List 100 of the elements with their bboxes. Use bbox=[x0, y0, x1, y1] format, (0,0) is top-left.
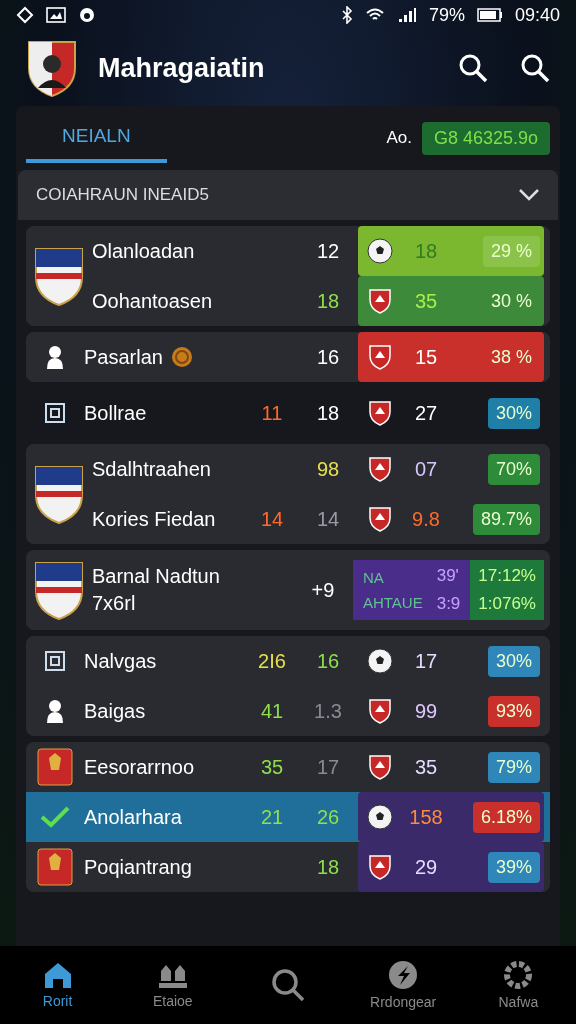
gear-icon bbox=[503, 960, 534, 990]
stat-value: 3:9 bbox=[436, 594, 461, 614]
stat-value: 35 bbox=[414, 289, 438, 312]
nav-item[interactable]: Nafwa bbox=[468, 959, 569, 1011]
nav-item[interactable]: Rorit bbox=[7, 960, 108, 1010]
chevron-icon bbox=[518, 188, 540, 202]
team-name: Baigas bbox=[84, 699, 146, 723]
stat-value: 16 bbox=[316, 345, 340, 368]
team-name: Nalvgas bbox=[84, 649, 157, 673]
table-row[interactable]: Bollrae 11 18 27 30% bbox=[26, 388, 550, 438]
image-icon bbox=[46, 7, 66, 23]
coin-icon bbox=[170, 346, 193, 368]
shield-icon bbox=[368, 344, 392, 370]
team-name: Anolarhara bbox=[84, 805, 182, 829]
home-icon bbox=[42, 961, 73, 989]
team-name: Olanloadan bbox=[92, 239, 195, 263]
club-crest-icon bbox=[33, 463, 85, 525]
summary-value: G8 46325.9o bbox=[421, 121, 550, 155]
ball-icon bbox=[367, 238, 393, 264]
stat-value: 17 bbox=[414, 649, 438, 672]
square-icon bbox=[44, 402, 66, 424]
club-crest-icon bbox=[37, 848, 73, 886]
app-icon bbox=[78, 6, 96, 24]
app-title: Mahragaiatin bbox=[98, 52, 266, 84]
table-row[interactable]: Anolarhara 21 26 158 6.18% bbox=[26, 792, 550, 842]
team-name: Bollrae bbox=[84, 401, 147, 425]
stat-value: 1.3 bbox=[314, 699, 342, 722]
stat-value: 18 bbox=[316, 855, 340, 878]
stat-value: 18 bbox=[316, 289, 340, 312]
nav-item[interactable]: Rrdongear bbox=[353, 959, 454, 1011]
stat-value: 99 bbox=[414, 699, 438, 722]
clock-time: 09:40 bbox=[514, 4, 560, 26]
stat-value: 98 bbox=[316, 457, 340, 480]
notification-icon bbox=[16, 6, 34, 24]
stat-value: 2I6 bbox=[258, 649, 286, 672]
team-name: Kories Fiedan bbox=[92, 507, 216, 531]
shield-icon bbox=[368, 754, 392, 780]
club-crest-icon bbox=[37, 748, 73, 786]
ball-icon bbox=[367, 804, 393, 830]
battery-percent: 79% bbox=[428, 4, 465, 26]
stat-value: +9 bbox=[311, 578, 335, 601]
bluetooth-icon bbox=[340, 6, 353, 24]
table-row[interactable]: Nalvgas 2I6 16 17 30% bbox=[26, 636, 550, 686]
team-name: Barnal Nadtun bbox=[92, 565, 221, 588]
team-subtitle: 7x6rl bbox=[92, 592, 137, 615]
percent-badge: 39% bbox=[487, 851, 540, 883]
percent-value: 1:076% bbox=[478, 594, 536, 614]
search-icon bbox=[270, 968, 305, 1002]
table-row[interactable]: Sdalhtraahen 98 07 70% bbox=[92, 444, 550, 494]
club-crest-icon bbox=[33, 559, 85, 621]
team-name: Oohantoasen bbox=[92, 289, 213, 313]
tab[interactable]: NEIALN bbox=[26, 113, 167, 163]
table-row[interactable]: Pasarlan 16 15 38 % bbox=[26, 332, 550, 382]
percent-badge: 93% bbox=[487, 695, 540, 727]
shield-icon bbox=[368, 506, 392, 532]
shield-icon bbox=[368, 854, 392, 880]
stat-value: 35 bbox=[260, 755, 284, 778]
percent-value: 17:12% bbox=[478, 566, 536, 586]
stat-value: 21 bbox=[260, 805, 284, 828]
club-crest-icon bbox=[33, 245, 85, 307]
stat-value: 26 bbox=[316, 805, 340, 828]
percent-badge: 30% bbox=[487, 397, 540, 429]
shield-icon bbox=[368, 698, 392, 724]
stat-label: NA bbox=[362, 569, 385, 586]
stat-value: 35 bbox=[414, 755, 438, 778]
search-icon[interactable] bbox=[520, 53, 550, 83]
ball-icon bbox=[367, 648, 393, 674]
stat-value: 11 bbox=[261, 401, 283, 424]
team-name: Pasarlan bbox=[84, 345, 163, 369]
table-row[interactable]: Eesorarrnoo 35 17 35 79% bbox=[26, 742, 550, 792]
summary-label: Ao. bbox=[386, 128, 412, 148]
stat-value: 17 bbox=[316, 755, 340, 778]
stat-label: AHTAUE bbox=[362, 594, 423, 611]
check-icon bbox=[40, 805, 70, 829]
stat-value: 16 bbox=[316, 649, 340, 672]
percent-badge: 89.7% bbox=[472, 503, 540, 535]
percent-badge: 6.18% bbox=[472, 801, 540, 833]
stat-value: 29 bbox=[414, 855, 438, 878]
table-row[interactable]: Baigas 41 1.3 99 93% bbox=[26, 686, 550, 736]
team-name: Poqiantrang bbox=[84, 855, 192, 879]
stat-value: 27 bbox=[414, 401, 438, 424]
stat-value: 12 bbox=[316, 239, 340, 262]
percent-badge: 30% bbox=[487, 645, 540, 677]
dropdown-header[interactable]: COIAHRAUN INEAID5 bbox=[18, 170, 558, 220]
table-row[interactable]: Olanloadan 12 18 29 % bbox=[92, 226, 550, 276]
square-icon bbox=[44, 650, 66, 672]
table-row[interactable]: Poqiantrang 18 29 39% bbox=[26, 842, 550, 892]
stat-value: 41 bbox=[260, 699, 284, 722]
table-row[interactable]: Oohantoasen 18 35 30 % bbox=[92, 276, 550, 326]
stat-value: 14 bbox=[316, 507, 340, 530]
stat-value: 15 bbox=[414, 345, 438, 368]
shield-icon bbox=[368, 288, 392, 314]
table-row[interactable]: Kories Fiedan 14 14 9.8 89.7% bbox=[92, 494, 550, 544]
profile-shield-icon bbox=[26, 38, 78, 98]
percent-badge: 29 % bbox=[482, 235, 540, 267]
stat-value: 07 bbox=[414, 457, 438, 480]
stat-value: 39' bbox=[436, 566, 460, 586]
percent-badge: 79% bbox=[487, 751, 540, 783]
search-icon[interactable] bbox=[458, 53, 488, 83]
nav-item[interactable]: Etaioe bbox=[122, 960, 223, 1010]
